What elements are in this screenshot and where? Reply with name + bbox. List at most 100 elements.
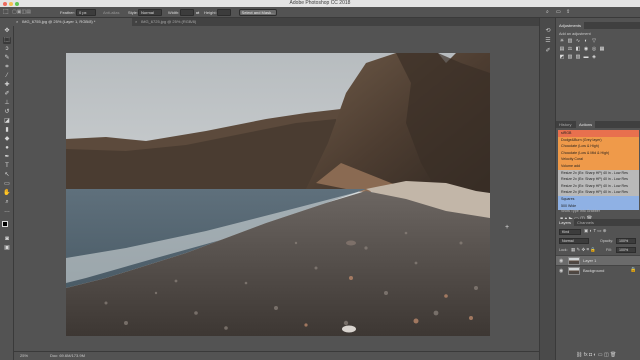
- tab-actions[interactable]: Actions: [576, 121, 596, 128]
- eyedropper-tool-icon[interactable]: ⁄: [3, 73, 11, 80]
- properties-panel-icon[interactable]: ☰: [545, 38, 551, 44]
- hand-tool-icon[interactable]: ✋: [3, 190, 11, 197]
- select-and-mask-button[interactable]: Select and Mask...: [239, 9, 277, 16]
- options-bar: ⬚ ▢▣◫▤ Feather: 0 px Anti-alias Style: N…: [0, 7, 640, 18]
- layers-footer-icons[interactable]: ⛓ fx ◘ ◐ ▭ ◫ 🗑: [576, 352, 616, 358]
- blur-tool-icon[interactable]: ◆: [3, 136, 11, 143]
- swap-icon[interactable]: ⇄: [196, 9, 199, 16]
- workspace-icon[interactable]: ▭: [556, 9, 561, 16]
- path-select-tool-icon[interactable]: ↖: [3, 172, 11, 179]
- tab-close-icon[interactable]: ×: [135, 18, 137, 26]
- pen-tool-icon[interactable]: ✒: [3, 154, 11, 161]
- share-icon[interactable]: ⇪: [566, 9, 570, 16]
- document-tabbar: × IMG_6755.jpg @ 25% (Layer 1, RGB/8) * …: [14, 18, 539, 26]
- gradient-tool-icon[interactable]: ▮: [3, 127, 11, 134]
- history-panel-icon[interactable]: ⟲: [545, 28, 551, 34]
- status-bar: 25% Doc: 69.6M/173.9M: [14, 351, 539, 360]
- tab-label: IMG_6725.jpg @ 25% (RGB/8): [141, 19, 197, 24]
- levels-adjustment-icon[interactable]: ▥: [567, 38, 573, 44]
- invert-adjustment-icon[interactable]: ◩: [559, 54, 565, 60]
- fill-label: Fill:: [606, 248, 612, 252]
- close-button[interactable]: [3, 1, 7, 6]
- tab-adjustments[interactable]: Adjustments: [556, 22, 585, 29]
- dodge-tool-icon[interactable]: ●: [3, 145, 11, 152]
- beach-photo: [66, 53, 490, 336]
- feather-input[interactable]: 0 px: [76, 9, 96, 16]
- document-tab-2[interactable]: × IMG_6725.jpg @ 25% (RGB/8): [133, 18, 213, 26]
- layer-thumbnail: [568, 267, 580, 275]
- layer-filter-select[interactable]: Kind: [559, 229, 581, 235]
- posterize-adjustment-icon[interactable]: ▧: [567, 54, 573, 60]
- black-white-adjustment-icon[interactable]: ◧: [575, 46, 581, 52]
- quick-select-tool-icon[interactable]: ✎: [3, 55, 11, 62]
- brightness-adjustment-icon[interactable]: ☀: [559, 38, 565, 44]
- opacity-input[interactable]: 100%: [616, 238, 636, 244]
- tab-history[interactable]: History: [556, 121, 574, 128]
- exposure-adjustment-icon[interactable]: ◐: [583, 38, 589, 44]
- layer-lock-icon: 🔒: [630, 267, 637, 273]
- type-tool-icon[interactable]: T: [3, 163, 11, 170]
- more-tools-icon[interactable]: …: [3, 208, 11, 215]
- gradient-map-adjustment-icon[interactable]: ▬: [583, 54, 589, 60]
- marquee-tool-icon[interactable]: ⬚: [3, 9, 9, 16]
- marquee-tool-icon[interactable]: ⬚: [3, 37, 11, 44]
- visibility-eye-icon[interactable]: ◉: [559, 268, 563, 274]
- tab-layers[interactable]: Layers: [556, 219, 575, 226]
- height-input[interactable]: [217, 9, 231, 16]
- shape-tool-icon[interactable]: ▭: [3, 181, 11, 188]
- brush-tool-icon[interactable]: ✐: [3, 91, 11, 98]
- layer-name: Background: [583, 268, 605, 273]
- tools-panel: ✥ ⬚ ↄ ✎ ⌗ ⁄ ✚ ✐ ⊥ ↺ ◪ ▮ ◆ ● ✒ T ↖ ▭ ✋ ⌕ …: [0, 26, 14, 360]
- channel-mixer-adjustment-icon[interactable]: ◎: [591, 46, 597, 52]
- lock-label: Lock:: [559, 248, 568, 252]
- tab-channels[interactable]: Channels: [574, 219, 597, 226]
- layer-filter-icons[interactable]: ▣ ◐ T ▭ ⊕: [584, 228, 607, 234]
- actions-footer: Show Type Info Grabber: [561, 209, 600, 213]
- width-input[interactable]: [180, 9, 194, 16]
- hue-saturation-adjustment-icon[interactable]: ▤: [559, 46, 565, 52]
- document-tab-1[interactable]: × IMG_6755.jpg @ 25% (Layer 1, RGB/8) *: [14, 18, 132, 26]
- lasso-tool-icon[interactable]: ↄ: [3, 46, 11, 53]
- move-tool-icon[interactable]: ✥: [3, 28, 11, 35]
- tab-close-icon[interactable]: ×: [16, 18, 18, 26]
- color-balance-adjustment-icon[interactable]: ⚖: [567, 46, 573, 52]
- maximize-button[interactable]: [15, 1, 19, 6]
- color-lookup-adjustment-icon[interactable]: ▦: [599, 46, 605, 52]
- crosshair-cursor-icon: +: [505, 224, 510, 231]
- quick-mask-icon[interactable]: ◙: [3, 236, 11, 243]
- photo-filter-adjustment-icon[interactable]: ◉: [583, 46, 589, 52]
- visibility-eye-icon[interactable]: ◉: [559, 258, 563, 264]
- fill-input[interactable]: 100%: [616, 247, 636, 253]
- minimize-button[interactable]: [9, 1, 13, 6]
- doc-size[interactable]: Doc: 69.6M/173.9M: [50, 352, 85, 360]
- selective-color-adjustment-icon[interactable]: ◈: [591, 54, 597, 60]
- zoom-level[interactable]: 25%: [20, 352, 28, 360]
- blend-mode-select[interactable]: Normal: [559, 238, 589, 244]
- lock-icons[interactable]: ▦ ✎ ✥ ⌗ 🔒: [571, 247, 596, 253]
- layer-row-background[interactable]: ◉ Background 🔒: [556, 265, 640, 275]
- zoom-tool-icon[interactable]: ⌕: [3, 199, 11, 206]
- selection-mode-icons[interactable]: ▢▣◫▤: [12, 9, 31, 16]
- vibrance-adjustment-icon[interactable]: ▽: [591, 38, 597, 44]
- eraser-tool-icon[interactable]: ◪: [3, 118, 11, 125]
- curves-adjustment-icon[interactable]: ∿: [575, 38, 581, 44]
- search-icon[interactable]: ⌕: [546, 9, 549, 16]
- clone-stamp-tool-icon[interactable]: ⊥: [3, 100, 11, 107]
- history-actions-panel-tabs: History Actions: [556, 121, 640, 128]
- history-brush-tool-icon[interactable]: ↺: [3, 109, 11, 116]
- document-canvas-image[interactable]: [66, 53, 490, 336]
- brush-panel-icon[interactable]: ✐: [545, 48, 551, 54]
- layer-row-layer-1[interactable]: ◉ Layer 1: [556, 255, 640, 265]
- antialias-label[interactable]: Anti-alias: [103, 9, 119, 16]
- crop-tool-icon[interactable]: ⌗: [3, 64, 11, 71]
- window-titlebar: Adobe Photoshop CC 2018: [0, 0, 640, 7]
- style-select[interactable]: Normal: [138, 9, 162, 16]
- adjustments-hint: Add an adjustment: [559, 32, 591, 36]
- panel-dock-strip: ⟲ ☰ ✐: [539, 18, 555, 360]
- foreground-color-swatch[interactable]: [2, 221, 8, 227]
- threshold-adjustment-icon[interactable]: ▨: [575, 54, 581, 60]
- healing-brush-tool-icon[interactable]: ✚: [3, 82, 11, 89]
- width-label: Width:: [168, 10, 180, 15]
- screen-mode-icon[interactable]: ▣: [3, 245, 11, 252]
- window-title: Adobe Photoshop CC 2018: [289, 0, 351, 6]
